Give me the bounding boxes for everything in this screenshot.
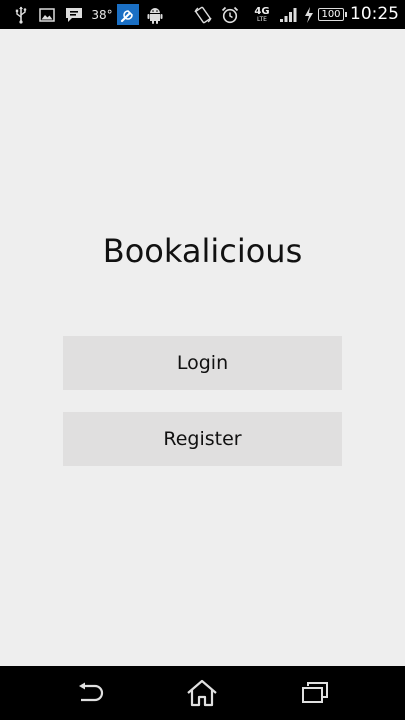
navigation-bar xyxy=(0,666,405,720)
status-bar: 38° 4G LTE 100 10:25 xyxy=(0,0,405,29)
login-button[interactable]: Login xyxy=(63,336,342,390)
charging-icon xyxy=(302,0,316,29)
network-sub-label: LTE xyxy=(257,15,267,23)
recent-apps-icon xyxy=(302,682,328,703)
image-icon xyxy=(38,0,56,29)
temperature-text: 38° xyxy=(91,7,113,22)
network-type: 4G LTE xyxy=(250,0,274,29)
network-label: 4G xyxy=(254,5,270,17)
rotate-icon xyxy=(193,0,213,29)
message-icon xyxy=(64,0,84,29)
register-button[interactable]: Register xyxy=(63,412,342,466)
wrench-icon xyxy=(117,4,139,25)
battery-level: 100 xyxy=(321,8,341,20)
home-icon xyxy=(187,679,217,707)
battery-icon: 100 xyxy=(318,8,347,21)
alarm-icon xyxy=(220,0,240,29)
usb-icon xyxy=(12,0,30,29)
back-icon xyxy=(79,682,104,702)
signal-icon xyxy=(278,0,298,29)
status-clock: 10:25 xyxy=(350,4,399,24)
recent-apps-button[interactable] xyxy=(285,666,345,720)
android-icon xyxy=(146,0,164,29)
back-button[interactable] xyxy=(60,666,120,720)
app-title: Bookalicious xyxy=(102,232,303,270)
home-button[interactable] xyxy=(172,666,232,720)
